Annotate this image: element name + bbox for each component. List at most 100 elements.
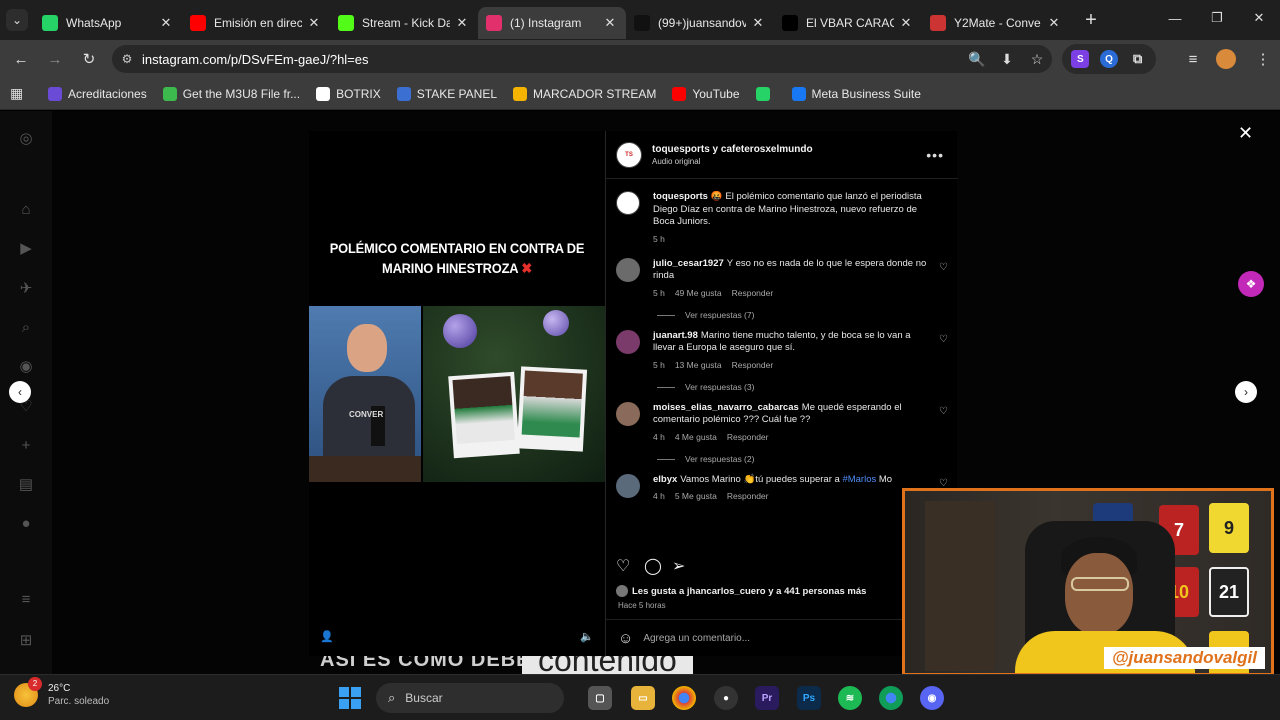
reply-button[interactable]: Responder xyxy=(732,360,774,370)
comment-likes[interactable]: 5 Me gusta xyxy=(675,491,717,501)
tab-2[interactable]: Stream - Kick Da ✕ xyxy=(330,7,478,39)
reply-button[interactable]: Responder xyxy=(727,491,769,501)
also-from-meta-icon[interactable]: ⊞ xyxy=(16,631,36,651)
tab-4[interactable]: (99+)juansandov ✕ xyxy=(626,7,774,39)
task-view-icon[interactable]: ▢ xyxy=(588,686,612,710)
address-bar[interactable]: ⚙ instagram.com/p/DSvFEm-gaeJ/?hl=es 🔍 ⬇… xyxy=(112,45,1052,73)
windows-start-icon[interactable] xyxy=(339,687,361,709)
home-icon[interactable]: ⌂ xyxy=(16,201,36,221)
comment-user[interactable]: moises_elias_navarro_cabarcas xyxy=(653,402,799,413)
close-modal-icon[interactable]: ✕ xyxy=(1238,123,1253,144)
audio-label[interactable]: Audio original xyxy=(652,157,813,166)
commenter-avatar[interactable] xyxy=(616,473,640,498)
tab-0[interactable]: WhatsApp ✕ xyxy=(34,7,182,39)
reels-icon[interactable]: ▶ xyxy=(16,239,36,259)
close-tab-icon[interactable]: ✕ xyxy=(602,15,618,31)
bookmark-2[interactable]: BOTRIX xyxy=(316,86,381,101)
zoom-icon[interactable]: 🔍 xyxy=(962,51,992,68)
comment-likes[interactable]: 49 Me gusta xyxy=(675,288,722,298)
bookmark-7[interactable]: Meta Business Suite xyxy=(791,86,921,101)
dashboard-icon[interactable]: ▤ xyxy=(16,475,36,495)
photoshop-icon[interactable]: Ps xyxy=(797,686,821,710)
url-text[interactable]: instagram.com/p/DSvFEm-gaeJ/?hl=es xyxy=(142,52,962,67)
media-controls-icon[interactable]: ≡ xyxy=(1176,44,1210,74)
comment-user[interactable]: juanart.98 xyxy=(653,330,698,341)
post-owner[interactable]: toquesports y cafeterosxelmundo xyxy=(652,144,813,155)
spotify-icon[interactable]: ≋ xyxy=(838,686,862,710)
commenter-avatar[interactable] xyxy=(616,329,640,354)
bookmark-3[interactable]: STAKE PANEL xyxy=(396,86,497,101)
reply-button[interactable]: Responder xyxy=(727,432,769,442)
install-app-icon[interactable]: ⬇ xyxy=(992,51,1022,68)
restore-button[interactable]: ❐ xyxy=(1196,0,1238,36)
close-tab-icon[interactable]: ✕ xyxy=(158,15,174,31)
close-tab-icon[interactable]: ✕ xyxy=(898,15,914,31)
bookmark-6[interactable] xyxy=(755,86,776,101)
comment-like-heart-icon[interactable]: ♡ xyxy=(939,478,948,489)
site-info-icon[interactable]: ⚙ xyxy=(112,52,142,66)
reply-button[interactable]: Responder xyxy=(732,288,774,298)
emoji-icon[interactable]: ☺ xyxy=(618,630,633,647)
mute-icon[interactable]: 🔈 xyxy=(579,630,595,646)
chrome-icon[interactable] xyxy=(672,686,696,710)
like-heart-icon[interactable]: ♡ xyxy=(616,556,644,576)
reel-video[interactable]: POLÉMICO COMENTARIO EN CONTRA DE MARINO … xyxy=(309,131,605,656)
taskbar-search[interactable]: ⌕ Buscar xyxy=(376,683,564,713)
caption-avatar[interactable] xyxy=(616,191,640,215)
comment-user[interactable]: elbyx xyxy=(653,474,677,485)
comment-like-heart-icon[interactable]: ♡ xyxy=(939,262,948,273)
close-tab-icon[interactable]: ✕ xyxy=(454,15,470,31)
bookmark-1[interactable]: Get the M3U8 File fr... xyxy=(162,86,300,101)
comment-bubble-icon[interactable]: ◯ xyxy=(644,556,672,576)
close-tab-icon[interactable]: ✕ xyxy=(1046,15,1062,31)
share-icon[interactable]: ➢ xyxy=(672,556,700,576)
create-icon[interactable]: + xyxy=(16,437,36,457)
explore-icon[interactable]: ◉ xyxy=(16,357,36,377)
forward-button[interactable]: → xyxy=(38,44,72,74)
close-window-button[interactable]: ✕ xyxy=(1238,0,1280,36)
apps-grid-icon[interactable]: ▦ xyxy=(10,85,30,102)
view-replies[interactable]: Ver respuestas (7) xyxy=(653,310,928,320)
add-comment-input[interactable]: Agrega un comentario... xyxy=(643,633,750,644)
back-button[interactable]: ← xyxy=(4,44,38,74)
bookmark-4[interactable]: MARCADOR STREAM xyxy=(513,86,656,101)
new-tab-button[interactable]: + xyxy=(1076,5,1106,35)
tab-1[interactable]: Emisión en direc ✕ xyxy=(182,7,330,39)
file-explorer-icon[interactable]: ▭ xyxy=(631,686,655,710)
owner-avatar[interactable]: TS xyxy=(616,141,642,168)
commenter-avatar[interactable] xyxy=(616,257,640,282)
extension-s-icon[interactable]: S xyxy=(1071,50,1090,68)
comment-likes[interactable]: 4 Me gusta xyxy=(675,432,717,442)
instagram-logo-icon[interactable]: ◎ xyxy=(16,129,36,149)
extension-q-icon[interactable]: Q xyxy=(1099,50,1118,68)
menu-kebab-icon[interactable]: ⋮ xyxy=(1246,44,1280,74)
user-tag-icon[interactable]: 👤 xyxy=(319,630,335,646)
tab-3[interactable]: (1) Instagram ✕ xyxy=(478,7,626,39)
tab-6[interactable]: Y2Mate - Conve ✕ xyxy=(922,7,1070,39)
weather-widget[interactable]: 2 26°C Parc. soleado xyxy=(14,677,109,707)
comment-likes[interactable]: 13 Me gusta xyxy=(675,360,722,370)
previous-post-button[interactable]: ‹ xyxy=(9,381,31,403)
comment-like-heart-icon[interactable]: ♡ xyxy=(939,334,948,345)
more-menu-icon[interactable]: ≡ xyxy=(16,591,36,611)
floating-extension-icon[interactable]: ❖ xyxy=(1238,271,1264,297)
comment-user[interactable]: julio_cesar1927 xyxy=(653,258,724,269)
minimize-button[interactable]: — xyxy=(1154,0,1196,36)
tab-search-button[interactable]: ⌄ xyxy=(0,0,34,40)
discord-icon[interactable]: ◉ xyxy=(920,686,944,710)
bookmark-5[interactable]: YouTube xyxy=(672,86,740,101)
close-tab-icon[interactable]: ✕ xyxy=(750,15,766,31)
tab-5[interactable]: El VBAR CARACO ✕ xyxy=(774,7,922,39)
chrome-profile-icon[interactable] xyxy=(879,686,903,710)
obs-icon[interactable]: ● xyxy=(714,686,738,710)
more-options-icon[interactable]: ••• xyxy=(926,147,944,163)
bookmark-0[interactable]: Acreditaciones xyxy=(48,86,147,101)
bookmark-star-icon[interactable]: ☆ xyxy=(1022,51,1052,68)
profile-avatar[interactable] xyxy=(1216,49,1236,69)
messages-icon[interactable]: ✈ xyxy=(16,279,36,299)
comment-tag[interactable]: #Marlos xyxy=(842,474,876,485)
puzzle-icon[interactable]: ⧉ xyxy=(1129,50,1147,68)
premiere-icon[interactable]: Pr xyxy=(755,686,779,710)
search-icon[interactable]: ⌕ xyxy=(16,319,36,339)
view-replies[interactable]: Ver respuestas (3) xyxy=(653,382,928,392)
